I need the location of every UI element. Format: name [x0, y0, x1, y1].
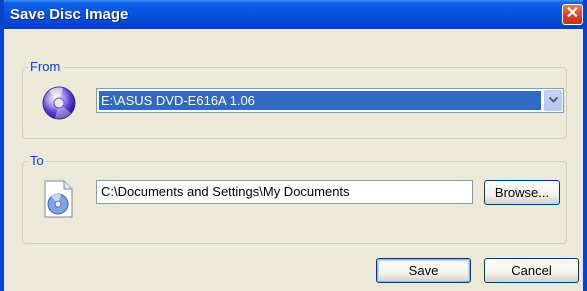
disc-image-file-icon — [44, 180, 73, 218]
cd-disc-icon — [42, 86, 76, 120]
cancel-button[interactable]: Cancel — [484, 258, 579, 283]
dropdown-arrow-button[interactable] — [544, 90, 562, 111]
close-icon: ✕ — [565, 5, 580, 22]
close-button[interactable]: ✕ — [562, 4, 583, 25]
chevron-down-icon — [549, 97, 558, 103]
source-drive-select[interactable]: E:\ASUS DVD-E616A 1.06 — [96, 88, 564, 113]
save-disc-image-dialog: Save Disc Image ✕ From E:\ASUS DVD-E616A… — [0, 0, 587, 291]
destination-path-input[interactable]: C:\Documents and Settings\My Documents — [96, 180, 473, 204]
to-group-label: To — [28, 153, 46, 168]
browse-button[interactable]: Browse... — [484, 180, 560, 205]
source-drive-value: E:\ASUS DVD-E616A 1.06 — [99, 91, 541, 110]
from-group-label: From — [28, 59, 63, 74]
title-bar[interactable]: Save Disc Image ✕ — [4, 0, 583, 29]
window-title: Save Disc Image — [10, 6, 129, 23]
save-button[interactable]: Save — [376, 258, 471, 283]
